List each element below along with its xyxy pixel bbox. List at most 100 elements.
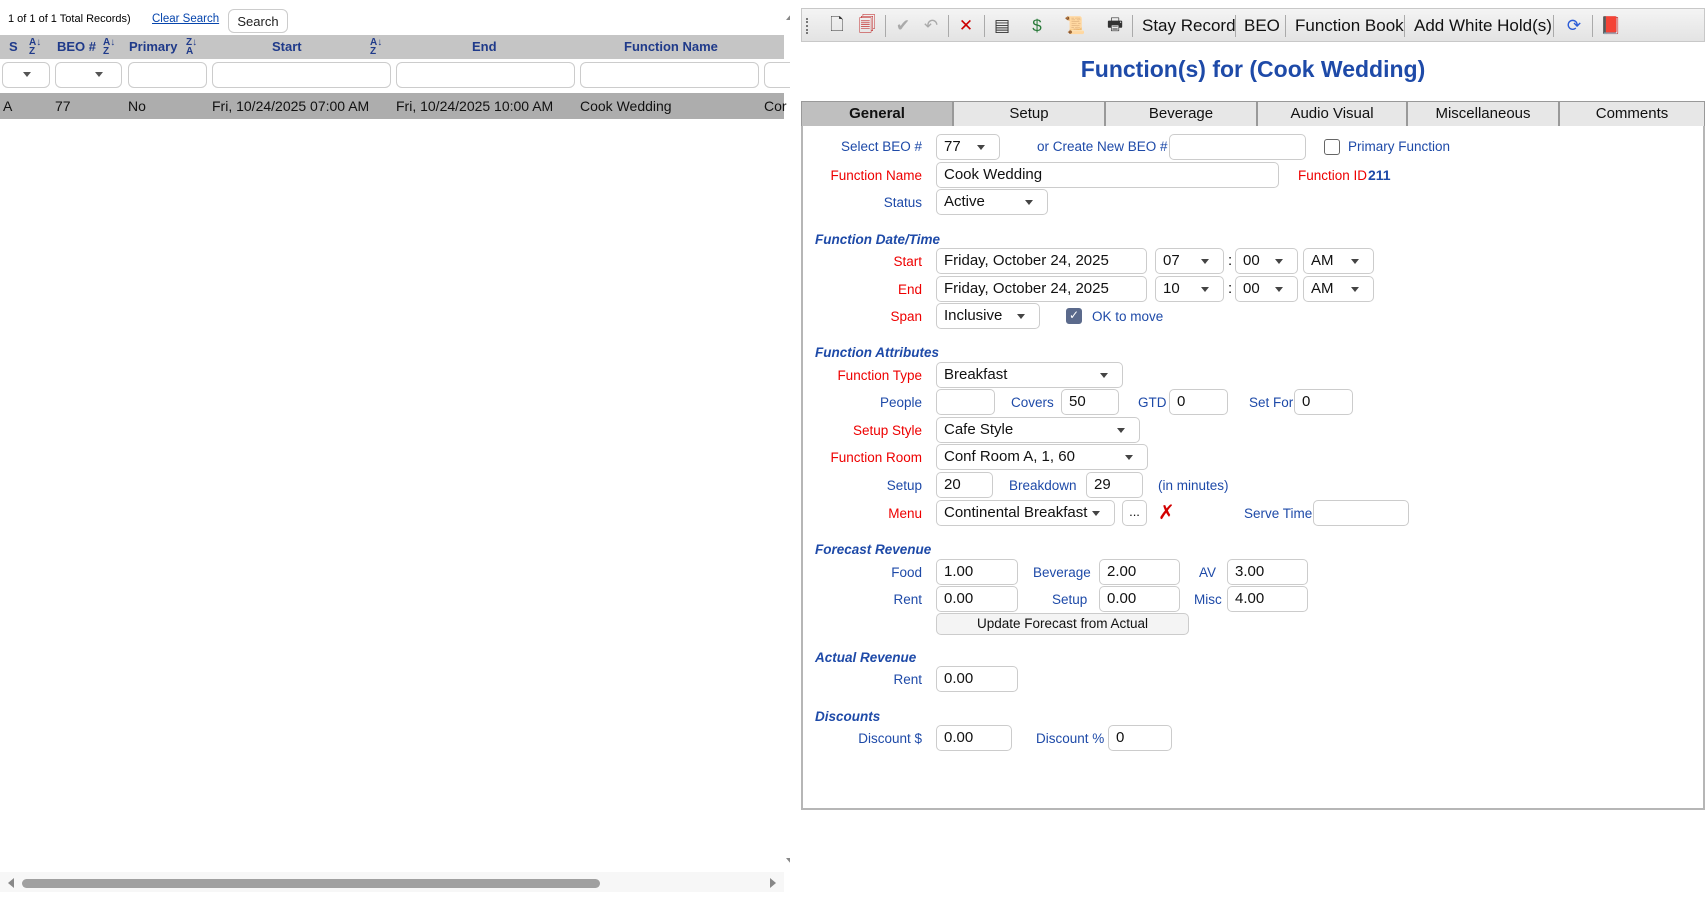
sort-az-icon[interactable]: A↓ Z (29, 38, 41, 57)
delete-document-icon[interactable]: 🗐 (856, 15, 878, 37)
start-ampm-dropdown[interactable]: AM (1303, 248, 1374, 274)
setup-revenue-input[interactable]: 0.00 (1099, 586, 1180, 612)
span-label: Span (890, 309, 922, 324)
scroll-left-arrow[interactable] (8, 878, 14, 888)
scrollbar-thumb[interactable] (22, 879, 600, 888)
tab-audio-visual[interactable]: Audio Visual (1257, 101, 1407, 127)
covers-input[interactable]: 50 (1061, 389, 1119, 415)
scroll-icon[interactable]: 📜 (1064, 15, 1086, 37)
filter-primary-input[interactable] (128, 62, 207, 88)
function-name-input[interactable]: Cook Wedding (936, 162, 1279, 188)
col-header-start[interactable]: Start (272, 39, 302, 54)
status-dropdown[interactable]: Active (936, 189, 1048, 215)
food-revenue-input[interactable]: 1.00 (936, 559, 1018, 585)
tab-beverage[interactable]: Beverage (1105, 101, 1257, 127)
cell-extra: Cor (764, 98, 787, 114)
create-beo-input[interactable] (1169, 134, 1306, 160)
scroll-up-arrow[interactable] (786, 14, 790, 20)
filter-s-select[interactable] (2, 62, 50, 88)
filter-extra-input[interactable] (764, 62, 790, 88)
scroll-right-arrow[interactable] (770, 878, 776, 888)
misc-revenue-input[interactable]: 4.00 (1227, 586, 1308, 612)
printer-icon[interactable]: 🖶 (1104, 15, 1126, 37)
rent-revenue-input[interactable]: 0.00 (936, 586, 1018, 612)
actual-rent-input[interactable]: 0.00 (936, 666, 1018, 692)
set-for-input[interactable]: 0 (1294, 389, 1353, 415)
refresh-icon[interactable]: ⟳ (1563, 15, 1585, 37)
function-room-dropdown[interactable]: Conf Room A, 1, 60 (936, 444, 1148, 470)
notepad-icon[interactable]: ▤ (991, 15, 1013, 37)
chevron-down-icon (977, 145, 985, 150)
breakdown-minutes-input[interactable]: 29 (1086, 472, 1143, 498)
menu-more-button[interactable]: ... (1122, 500, 1147, 526)
av-revenue-input[interactable]: 3.00 (1227, 559, 1308, 585)
select-beo-dropdown[interactable]: 77 (936, 134, 1000, 160)
function-book-button[interactable]: Function Book (1295, 16, 1404, 36)
record-count: 1 of 1 of 1 Total Records) (8, 13, 131, 25)
sort-az-icon[interactable]: A↓ Z (103, 38, 115, 57)
col-header-function-name[interactable]: Function Name (624, 39, 718, 54)
book-icon[interactable]: 📕 (1600, 15, 1622, 37)
cell-s: A (3, 98, 13, 114)
tab-general[interactable]: General (801, 101, 953, 127)
primary-function-label: Primary Function (1348, 139, 1451, 154)
discount-percent-input[interactable]: 0 (1108, 725, 1172, 751)
new-document-icon[interactable]: 🗋 (826, 15, 848, 37)
discount-percent-label: Discount % (1036, 731, 1105, 746)
scroll-down-arrow[interactable] (786, 858, 790, 864)
filter-end-input[interactable] (396, 62, 575, 88)
clear-menu-icon[interactable]: ✗ (1158, 503, 1175, 523)
tab-miscellaneous[interactable]: Miscellaneous (1407, 101, 1559, 127)
tab-comments[interactable]: Comments (1559, 101, 1705, 127)
update-forecast-button[interactable]: Update Forecast from Actual (936, 613, 1189, 635)
people-input[interactable] (936, 389, 995, 415)
function-type-dropdown[interactable]: Breakfast (936, 362, 1123, 388)
menu-dropdown[interactable]: Continental Breakfast (936, 500, 1115, 526)
col-header-primary[interactable]: Primary (129, 39, 177, 54)
filter-function-name-input[interactable] (580, 62, 759, 88)
chevron-down-icon (1275, 259, 1283, 264)
chevron-down-icon (1100, 373, 1108, 378)
span-dropdown[interactable]: Inclusive (936, 303, 1040, 329)
setup-style-dropdown[interactable]: Cafe Style (936, 417, 1140, 443)
start-minute-dropdown[interactable]: 00 (1235, 248, 1298, 274)
search-button[interactable]: Search (228, 9, 288, 33)
filter-beo-select[interactable] (55, 62, 122, 88)
start-date-input[interactable]: Friday, October 24, 2025 (936, 248, 1147, 274)
serve-time-input[interactable] (1313, 500, 1409, 526)
end-date-input[interactable]: Friday, October 24, 2025 (936, 276, 1147, 302)
function-grid-panel: 1 of 1 of 1 Total Records) Clear Search … (0, 0, 790, 899)
discount-dollar-input[interactable]: 0.00 (936, 725, 1012, 751)
col-header-s[interactable]: S (9, 39, 18, 54)
clear-search-link[interactable]: Clear Search (152, 13, 219, 25)
sort-za-icon[interactable]: Z↓ A (186, 38, 197, 57)
table-row[interactable]: A 77 No Fri, 10/24/2025 07:00 AM Fri, 10… (0, 93, 787, 119)
gtd-input[interactable]: 0 (1169, 389, 1228, 415)
undo-icon[interactable]: ↶ (920, 15, 942, 37)
minutes-note: (in minutes) (1158, 478, 1229, 493)
beverage-revenue-input[interactable]: 2.00 (1099, 559, 1180, 585)
tab-setup[interactable]: Setup (953, 101, 1105, 127)
function-type-label: Function Type (837, 368, 922, 383)
money-icon[interactable]: $ (1026, 15, 1048, 37)
col-header-end[interactable]: End (472, 39, 497, 54)
chevron-down-icon (1017, 314, 1025, 319)
add-white-hold-button[interactable]: Add White Hold(s) (1414, 16, 1552, 36)
section-actual-revenue: Actual Revenue (815, 650, 917, 665)
stay-record-button[interactable]: Stay Record (1142, 16, 1236, 36)
end-ampm-dropdown[interactable]: AM (1303, 276, 1374, 302)
sort-az-icon[interactable]: A↓ Z (370, 38, 382, 57)
setup-minutes-input[interactable]: 20 (936, 472, 993, 498)
primary-function-checkbox[interactable] (1324, 139, 1340, 155)
breakdown-label: Breakdown (1009, 478, 1077, 493)
ok-to-move-checkbox[interactable]: ✓ (1066, 308, 1082, 324)
end-minute-dropdown[interactable]: 00 (1235, 276, 1298, 302)
end-hour-dropdown[interactable]: 10 (1155, 276, 1224, 302)
beo-button[interactable]: BEO (1244, 16, 1280, 36)
checkmark-icon[interactable]: ✔ (892, 15, 914, 37)
col-header-beo[interactable]: BEO # (57, 39, 96, 54)
horizontal-scrollbar[interactable] (0, 872, 784, 892)
close-icon[interactable]: ✕ (955, 15, 977, 37)
start-hour-dropdown[interactable]: 07 (1155, 248, 1224, 274)
filter-start-input[interactable] (212, 62, 391, 88)
